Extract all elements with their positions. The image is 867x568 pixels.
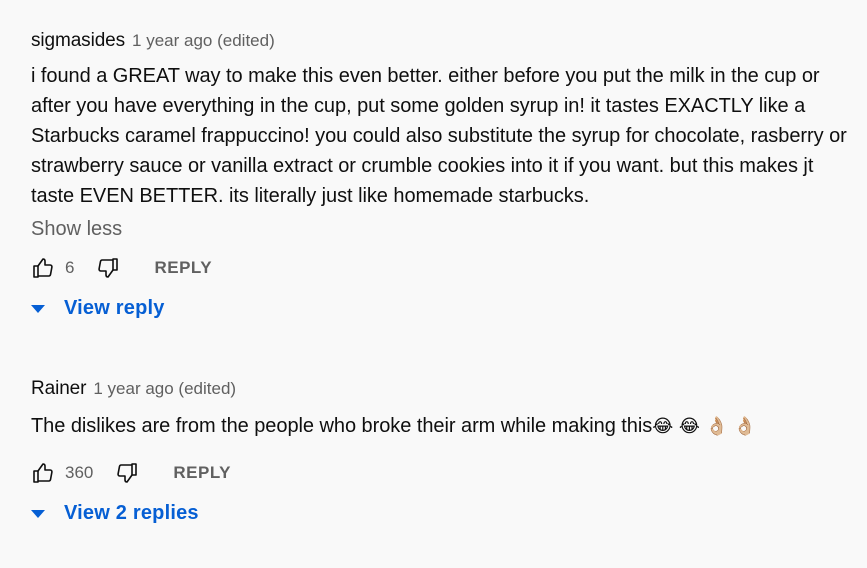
comment-text: The dislikes are from the people who bro… [31, 411, 857, 442]
dislike-icon[interactable] [96, 256, 120, 280]
view-replies-button[interactable]: View 2 replies [31, 502, 857, 525]
like-count: 360 [65, 463, 94, 482]
like-count: 6 [65, 258, 75, 277]
dislike-icon[interactable] [115, 461, 139, 485]
caret-down-icon [31, 302, 45, 316]
reply-button[interactable]: REPLY [173, 463, 231, 483]
like-icon[interactable] [31, 256, 55, 280]
comment-header: sigmasides 1 year ago (edited) [31, 30, 857, 54]
comment-author[interactable]: Rainer [31, 378, 86, 400]
view-replies-button[interactable]: View reply [31, 297, 857, 320]
comment-timestamp[interactable]: 1 year ago (edited) [132, 31, 275, 51]
comment-text-body: The dislikes are from the people who bro… [31, 415, 653, 437]
comment-header: Rainer 1 year ago (edited) [31, 378, 857, 402]
like-icon[interactable] [31, 461, 55, 485]
comment-thread: sigmasides 1 year ago (edited) i found a… [31, 30, 857, 320]
comment-thread: Rainer 1 year ago (edited) The dislikes … [31, 378, 857, 525]
view-replies-label: View reply [64, 297, 165, 319]
comment-author[interactable]: sigmasides [31, 30, 125, 52]
comment-text: i found a GREAT way to make this even be… [31, 65, 847, 207]
reply-button[interactable]: REPLY [154, 258, 212, 278]
comment-actions: 360 REPLY [31, 458, 857, 488]
view-replies-label: View 2 replies [64, 502, 199, 524]
caret-down-icon [31, 507, 45, 521]
comment-timestamp[interactable]: 1 year ago (edited) [93, 379, 236, 399]
comment-emojis: 😂 😂 👌🏼 👌🏼 [652, 416, 756, 437]
comment-actions: 6 REPLY [31, 253, 857, 283]
show-less-button[interactable]: Show less [31, 218, 857, 241]
